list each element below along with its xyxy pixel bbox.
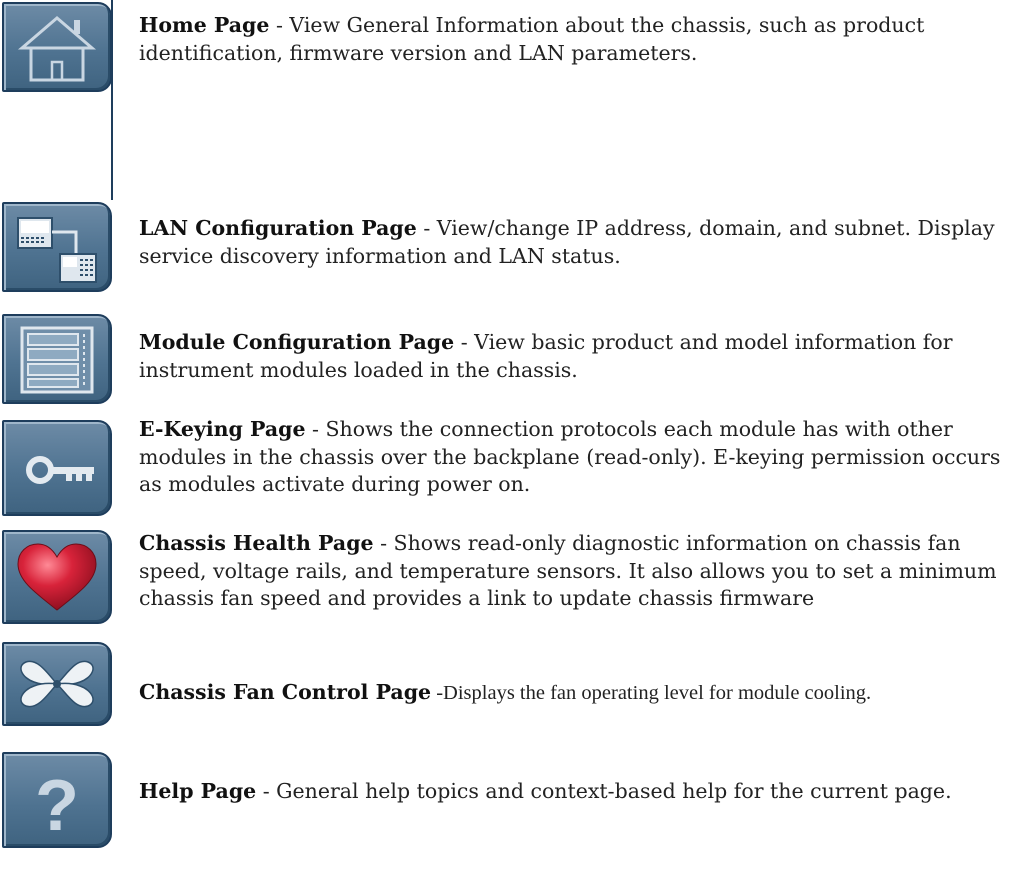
entry-title: Chassis Fan Control Page	[139, 680, 432, 704]
entry-title: E-Keying Page	[139, 417, 306, 441]
home-button[interactable]	[2, 2, 112, 92]
entry-title: Help Page	[139, 779, 257, 803]
entry-help-page: Help Page - General help topics and cont…	[139, 778, 1009, 806]
help-button[interactable]: ?	[2, 752, 112, 848]
module-rack-icon	[20, 326, 94, 394]
lan-configuration-button[interactable]	[2, 202, 112, 292]
chassis-fan-control-button[interactable]	[2, 642, 112, 726]
chassis-health-button[interactable]	[2, 530, 112, 624]
fan-icon	[20, 660, 94, 708]
module-configuration-button[interactable]	[2, 314, 112, 404]
help-icon: ?	[35, 766, 79, 846]
key-icon	[26, 456, 94, 484]
nav-icon-rail: ?	[0, 0, 120, 869]
entry-description: -Displays the fan operating level for mo…	[431, 682, 872, 704]
e-keying-button[interactable]	[2, 420, 112, 516]
entry-lan-configuration-page: LAN Configuration Page - View/change IP …	[139, 215, 1009, 270]
entry-e-keying-page: E-Keying Page - Shows the connection pro…	[139, 416, 1009, 499]
heart-icon	[17, 543, 97, 611]
entry-title: Module Configuration Page	[139, 330, 455, 354]
entry-title: Chassis Health Page	[139, 531, 374, 555]
network-icon	[17, 217, 97, 283]
entry-title: LAN Configuration Page	[139, 216, 417, 240]
home-icon	[17, 16, 97, 82]
entry-title: Home Page	[139, 13, 270, 37]
entry-chassis-health-page: Chassis Health Page - Shows read-only di…	[139, 530, 1009, 613]
entry-description: - General help topics and context-based …	[256, 779, 952, 803]
entry-chassis-fan-control-page: Chassis Fan Control Page -Displays the f…	[139, 679, 1009, 708]
entry-module-configuration-page: Module Configuration Page - View basic p…	[139, 329, 1009, 384]
entry-home-page: Home Page - View General Information abo…	[139, 12, 1009, 67]
svg-text:?: ?	[35, 766, 79, 846]
